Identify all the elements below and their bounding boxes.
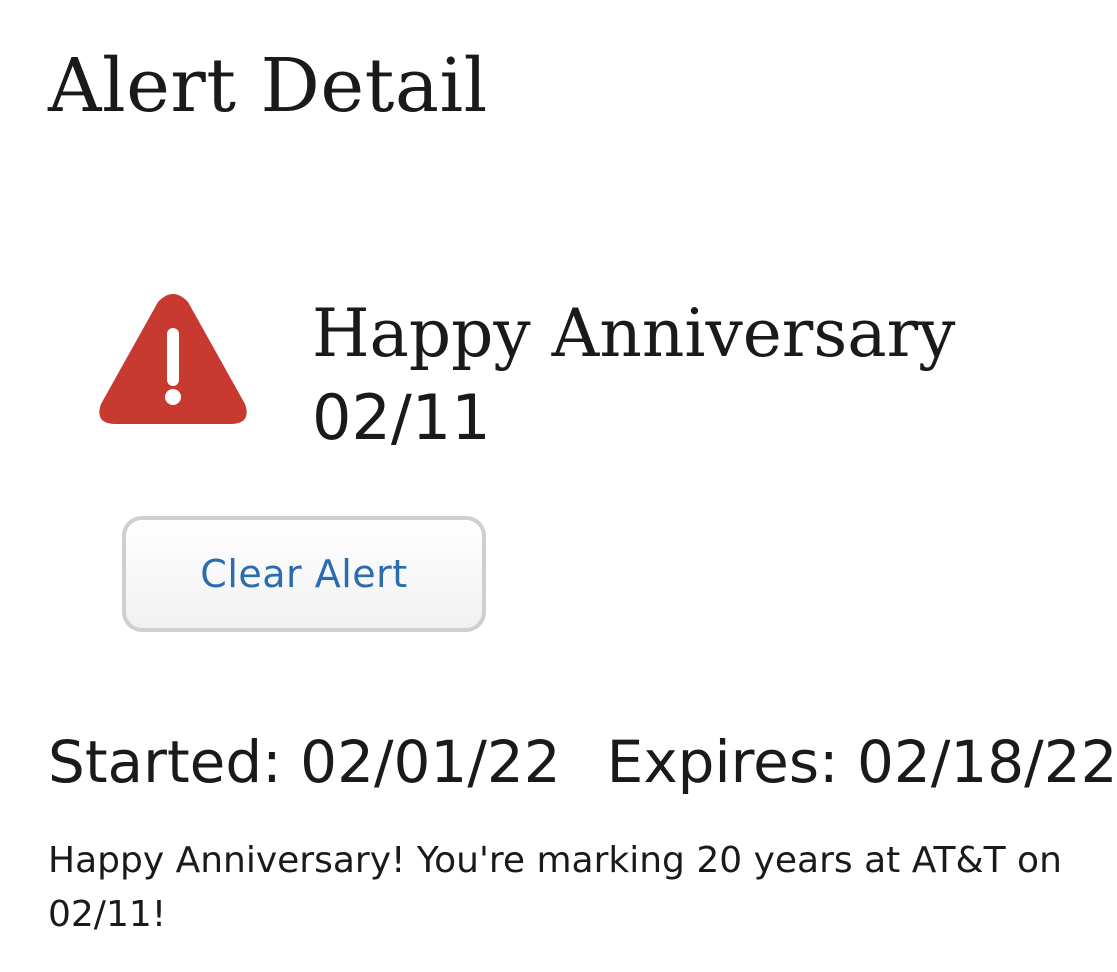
started-date: 02/01/22 xyxy=(300,728,561,796)
alert-headline-title: Happy Anniversary xyxy=(312,295,956,372)
page-title: Alert Detail xyxy=(48,43,488,129)
alert-headline-date: 02/11 xyxy=(312,381,491,454)
alert-dates: Started: 02/01/22 Expires: 02/18/22 xyxy=(48,726,1117,798)
started-label: Started: xyxy=(48,728,282,796)
clear-alert-button[interactable]: Clear Alert xyxy=(122,516,486,632)
expires-date: 02/18/22 xyxy=(857,728,1117,796)
alert-headline: Happy Anniversary 02/11 xyxy=(312,292,1072,460)
warning-triangle-icon xyxy=(96,292,250,426)
alert-message: Happy Anniversary! You're marking 20 yea… xyxy=(48,834,1108,942)
alert-message-line-1: Happy Anniversary! You're marking 20 yea… xyxy=(48,840,1062,881)
alert-message-line-2: 02/11! xyxy=(48,894,167,935)
expires-label: Expires: xyxy=(606,728,839,796)
